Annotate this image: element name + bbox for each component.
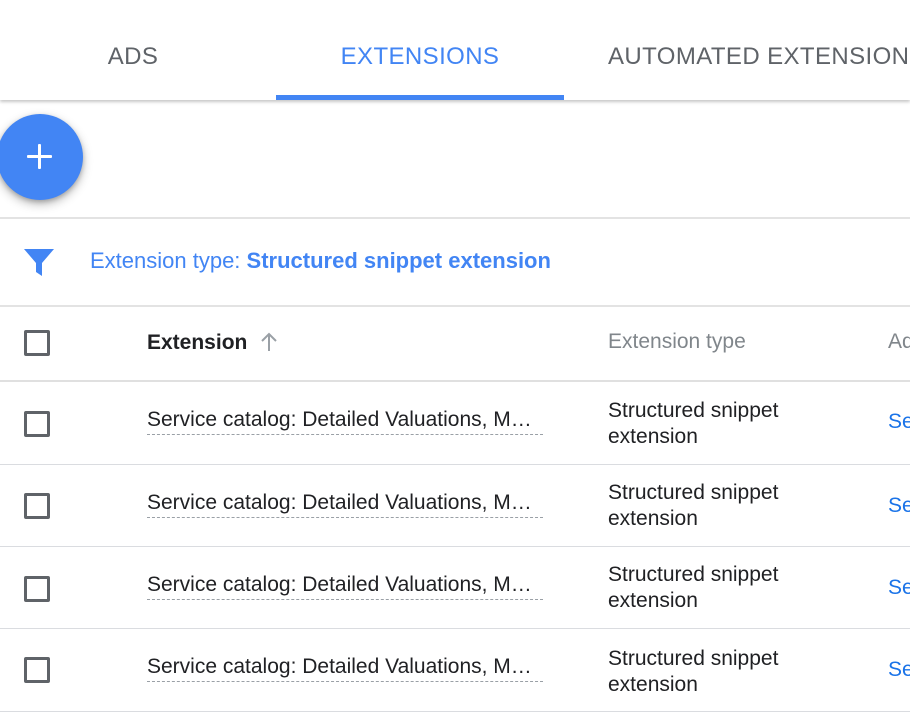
- row-checkbox[interactable]: [24, 657, 50, 683]
- arrow-up-icon[interactable]: [258, 331, 280, 353]
- tab-ads[interactable]: ADS: [0, 0, 266, 100]
- tab-extensions[interactable]: EXTENSIONS: [276, 0, 564, 100]
- extension-cell[interactable]: Service catalog: Detailed Valuations, M…: [147, 491, 543, 518]
- row-checkbox[interactable]: [24, 493, 50, 519]
- divider: [0, 217, 910, 219]
- extension-type-cell: Structured snippet extension: [608, 399, 779, 448]
- header-divider: [0, 380, 910, 382]
- filter-chip[interactable]: Extension type: Structured snippet exten…: [90, 248, 551, 274]
- row-link[interactable]: Se: [888, 494, 910, 518]
- filter-label: Extension type:: [90, 248, 247, 273]
- select-all-checkbox[interactable]: [24, 330, 50, 356]
- add-extension-button[interactable]: [0, 114, 83, 200]
- filter-value: Structured snippet extension: [246, 248, 551, 273]
- extension-cell[interactable]: Service catalog: Detailed Valuations, M…: [147, 573, 543, 600]
- filter-icon[interactable]: [22, 246, 56, 278]
- row-divider: [0, 464, 910, 465]
- extension-cell[interactable]: Service catalog: Detailed Valuations, M…: [147, 655, 543, 682]
- tab-bar: ADS EXTENSIONS AUTOMATED EXTENSIONS: [0, 0, 910, 100]
- active-tab-indicator: [276, 95, 564, 100]
- column-header-extension[interactable]: Extension: [147, 331, 247, 355]
- column-header-added-to[interactable]: Ad: [888, 330, 910, 354]
- row-divider: [0, 711, 910, 712]
- extension-type-cell: Structured snippet extension: [608, 481, 779, 530]
- row-divider: [0, 546, 910, 547]
- row-checkbox[interactable]: [24, 576, 50, 602]
- extensions-page: ADS EXTENSIONS AUTOMATED EXTENSIONS Exte…: [0, 0, 910, 718]
- extension-type-cell: Structured snippet extension: [608, 647, 779, 696]
- column-header-extension-type[interactable]: Extension type: [608, 330, 746, 354]
- row-link[interactable]: Se: [888, 576, 910, 600]
- extension-type-cell: Structured snippet extension: [608, 563, 779, 612]
- row-checkbox[interactable]: [24, 411, 50, 437]
- row-link[interactable]: Se: [888, 658, 910, 682]
- divider: [0, 305, 910, 307]
- row-divider: [0, 628, 910, 629]
- tab-automated-extensions[interactable]: AUTOMATED EXTENSIONS: [608, 0, 910, 100]
- extension-cell[interactable]: Service catalog: Detailed Valuations, M…: [147, 408, 543, 435]
- row-link[interactable]: Se: [888, 410, 910, 434]
